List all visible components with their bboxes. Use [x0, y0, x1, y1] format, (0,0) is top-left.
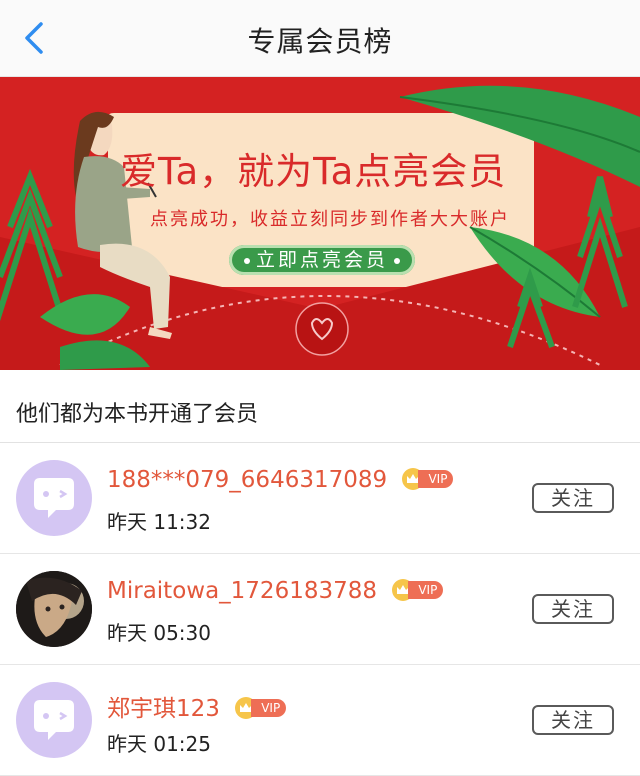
member-name[interactable]: 郑宇琪123 — [107, 696, 220, 722]
member-row[interactable]: 188***079_6646317089 VIP 昨天 11:32 关注 — [0, 443, 640, 554]
member-time: 昨天 01:25 — [107, 732, 211, 756]
vip-badge: VIP — [402, 467, 454, 490]
member-list: 188***079_6646317089 VIP 昨天 11:32 关注 Mir… — [0, 443, 640, 776]
member-row[interactable]: Miraitowa_1726183788 VIP 昨天 05:30 关注 — [0, 554, 640, 665]
avatar[interactable] — [16, 571, 92, 647]
member-time: 昨天 05:30 — [107, 621, 211, 645]
member-row[interactable]: 郑宇琪123 VIP 昨天 01:25 关注 — [0, 665, 640, 776]
header-bar: 专属会员榜 — [0, 0, 640, 77]
vip-promo-banner[interactable]: 爱Ta，就为Ta点亮会员 点亮成功，收益立刻同步到作者大大账户 立即点亮会员 — [0, 77, 640, 370]
default-avatar-icon — [34, 478, 74, 518]
follow-button[interactable]: 关注 — [532, 705, 614, 735]
follow-button[interactable]: 关注 — [532, 483, 614, 513]
avatar[interactable] — [16, 682, 92, 758]
member-time: 昨天 11:32 — [107, 510, 211, 534]
default-avatar-icon — [34, 700, 74, 740]
member-name[interactable]: 188***079_6646317089 — [107, 467, 387, 493]
page-title: 专属会员榜 — [247, 25, 393, 58]
banner-subtitle: 点亮成功，收益立刻同步到作者大大账户 — [150, 209, 510, 230]
light-up-vip-button[interactable]: 立即点亮会员 — [229, 245, 415, 275]
banner-title: 爱Ta，就为Ta点亮会员 — [120, 150, 507, 193]
member-name[interactable]: Miraitowa_1726183788 — [107, 578, 377, 604]
user-photo — [16, 571, 92, 647]
vip-badge: VIP — [235, 696, 287, 719]
section-title: 他们都为本书开通了会员 — [16, 402, 259, 427]
light-up-vip-label: 立即点亮会员 — [255, 249, 388, 271]
vip-badge: VIP — [392, 578, 444, 601]
follow-button[interactable]: 关注 — [532, 594, 614, 624]
avatar[interactable] — [16, 460, 92, 536]
